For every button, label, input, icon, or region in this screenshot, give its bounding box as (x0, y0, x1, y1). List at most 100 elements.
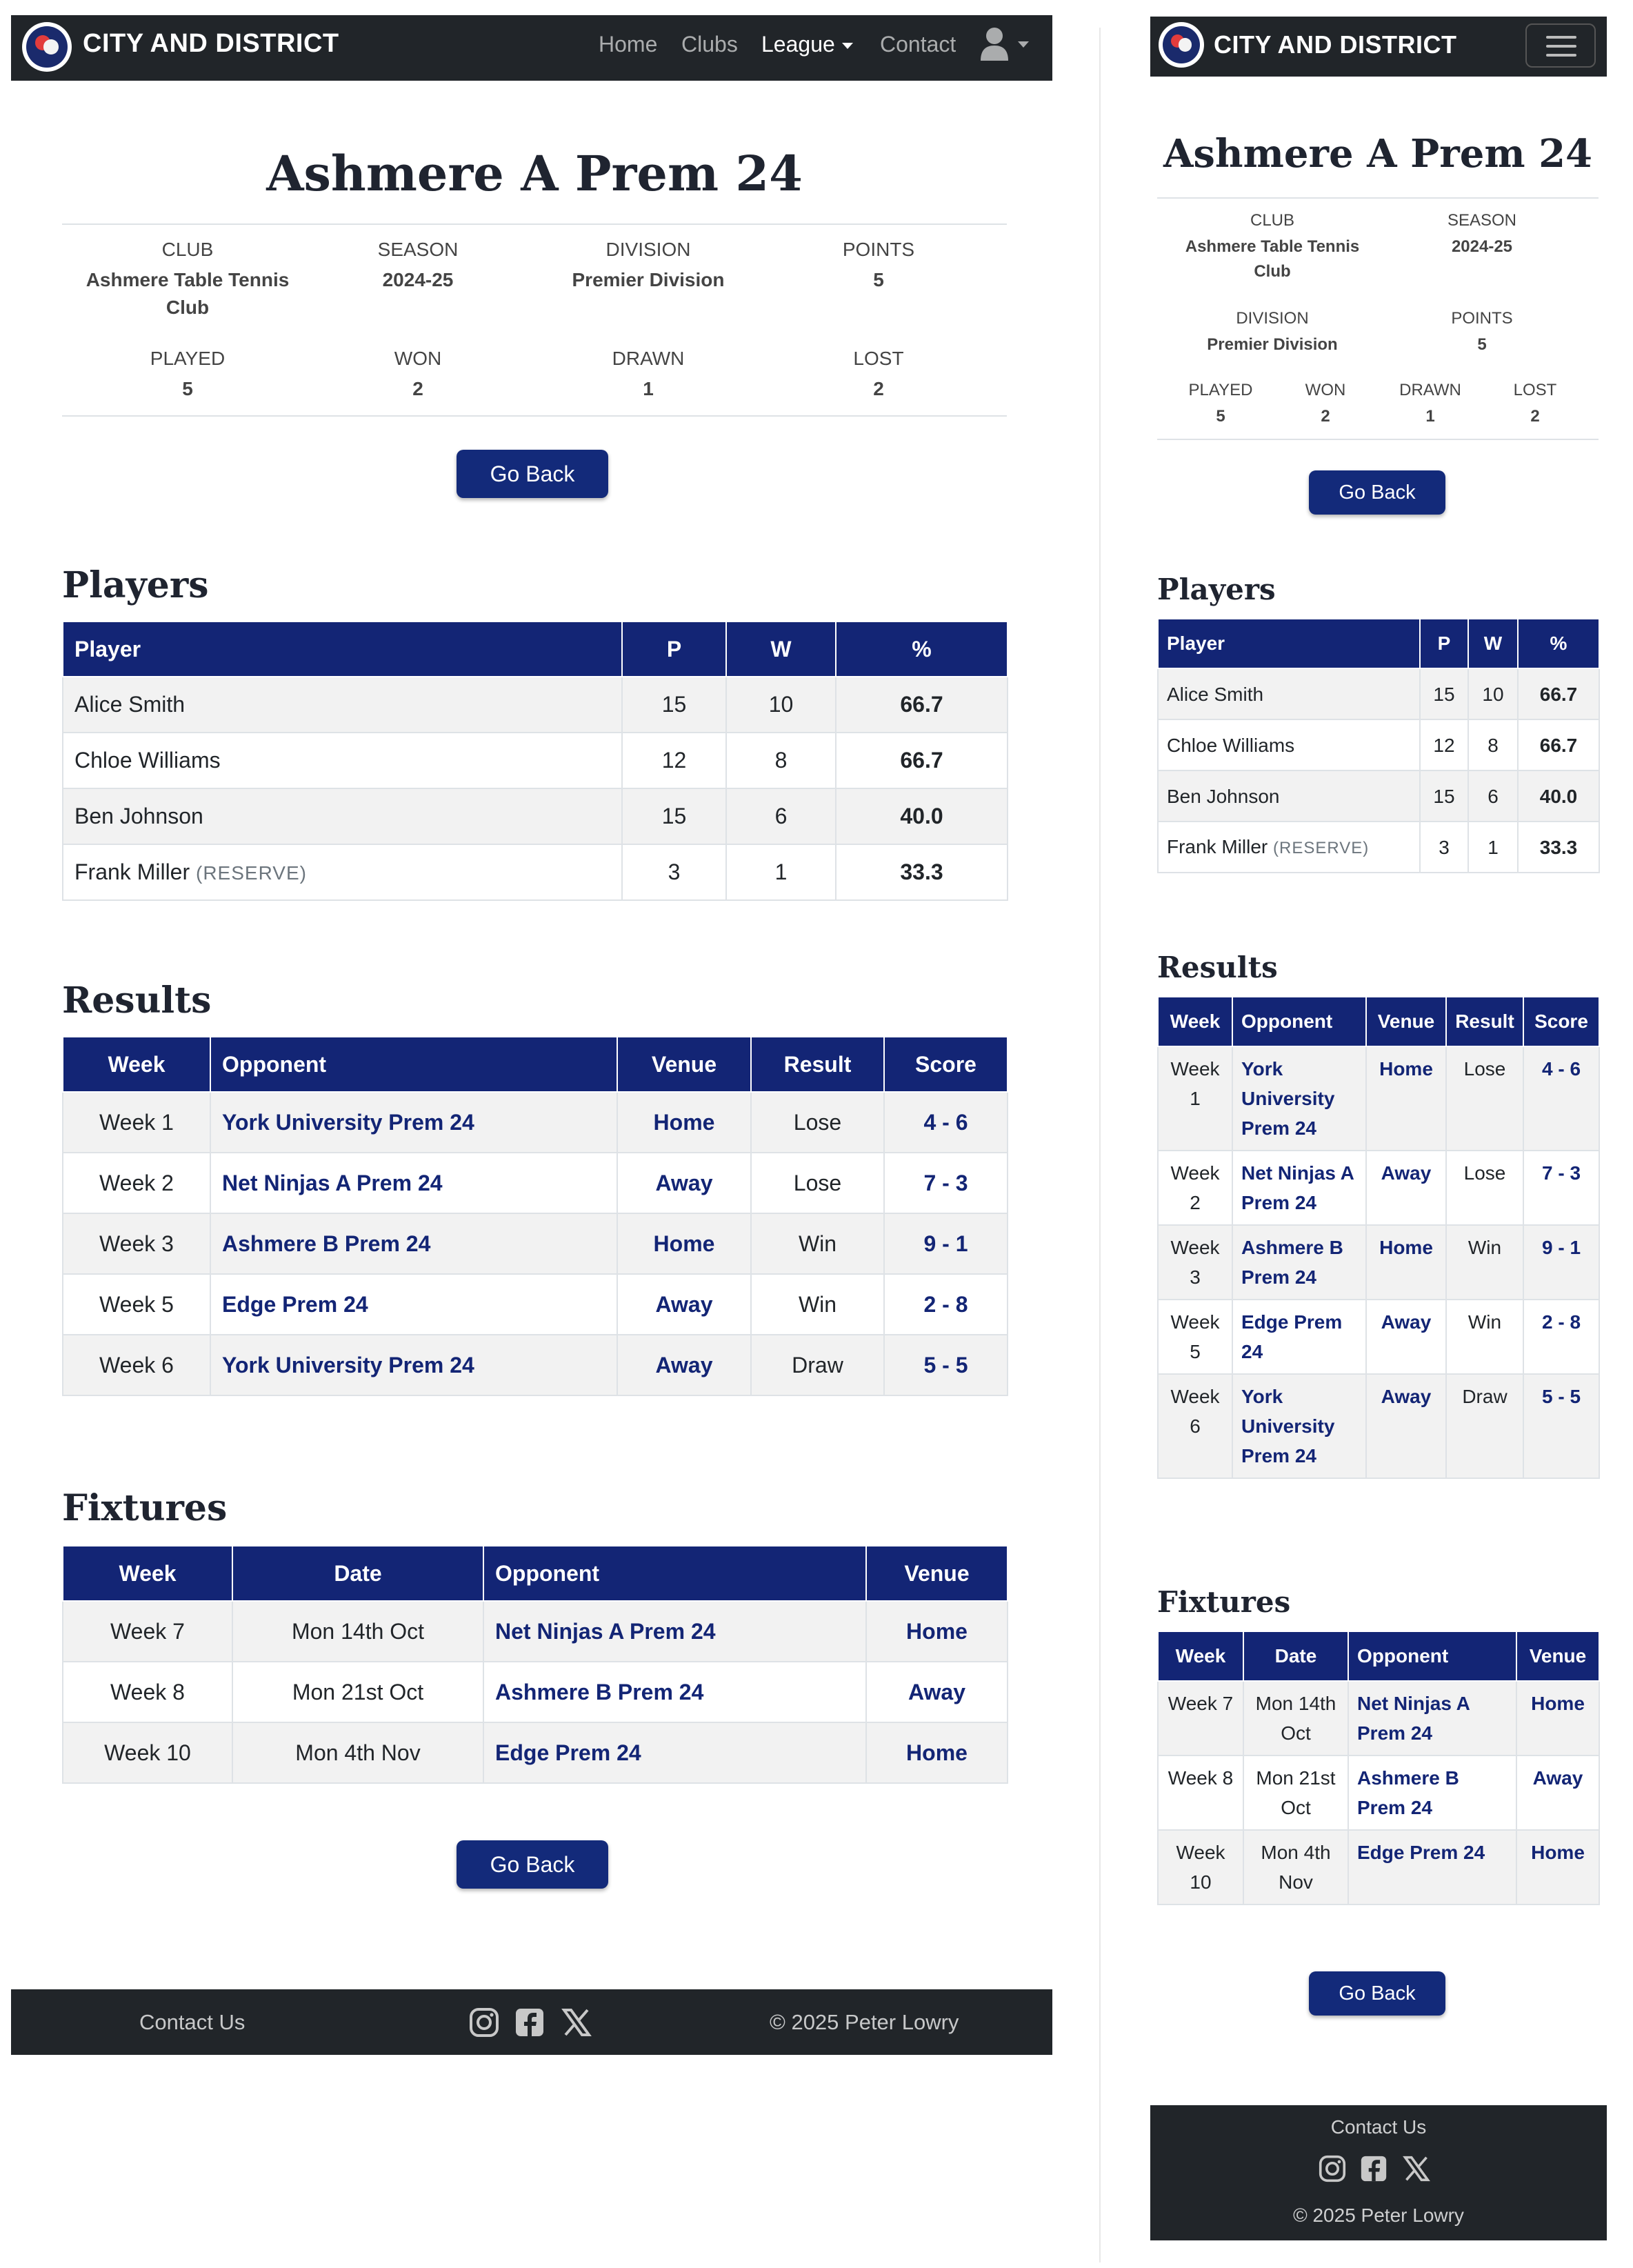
instagram-icon[interactable] (1319, 2155, 1346, 2182)
opponent-link[interactable]: Ashmere B Prem 24 (1232, 1224, 1367, 1300)
brand-name[interactable]: CITY AND DISTRICT (83, 29, 339, 59)
opponent-link[interactable]: York University Prem 24 (210, 1334, 618, 1396)
opponent-link[interactable]: Edge Prem 24 (1232, 1299, 1367, 1375)
venue-link[interactable]: Away (1365, 1299, 1447, 1375)
score-link[interactable]: 9 - 1 (1523, 1224, 1600, 1300)
opponent-link[interactable]: Net Ninjas A Prem 24 (210, 1152, 618, 1214)
venue-link[interactable]: Away (1365, 1373, 1447, 1479)
venue-link[interactable]: Home (865, 1722, 1008, 1784)
nav-contact[interactable]: Contact (880, 32, 956, 57)
col-header[interactable]: Player (1157, 618, 1421, 669)
col-header[interactable]: P (1419, 618, 1469, 669)
go-back-button[interactable]: Go Back (1309, 1971, 1445, 2016)
brand-logo[interactable] (1159, 22, 1204, 68)
score-link[interactable]: 7 - 3 (1523, 1150, 1600, 1226)
brand-logo[interactable] (22, 22, 72, 72)
col-header[interactable]: W (725, 621, 836, 677)
col-header[interactable]: Week (62, 1545, 233, 1602)
opponent-link[interactable]: Edge Prem 24 (1348, 1829, 1517, 1905)
venue-link[interactable]: Away (617, 1152, 752, 1214)
col-header[interactable]: Week (62, 1036, 211, 1093)
opponent-link[interactable]: York University Prem 24 (210, 1091, 618, 1153)
col-header[interactable]: Week (1157, 1631, 1244, 1682)
col-header[interactable]: Score (883, 1036, 1008, 1093)
x-icon[interactable] (1403, 2155, 1430, 2182)
opponent-link[interactable]: Edge Prem 24 (483, 1722, 867, 1784)
col-header[interactable]: Opponent (1348, 1631, 1517, 1682)
opponent-link[interactable]: Net Ninjas A Prem 24 (483, 1600, 867, 1662)
cell-pct: 33.3 (835, 844, 1008, 901)
footer-contact-link[interactable]: Contact Us (139, 2010, 245, 2035)
cell-w: 6 (1467, 770, 1519, 822)
col-header[interactable]: Result (1445, 996, 1524, 1047)
col-header[interactable]: Score (1523, 996, 1600, 1047)
reserve-tag: (RESERVE) (196, 862, 307, 884)
venue-link[interactable]: Home (1516, 1829, 1600, 1905)
venue-link[interactable]: Away (1516, 1755, 1600, 1831)
cell-result: Win (1445, 1224, 1524, 1300)
col-header[interactable]: Player (62, 621, 623, 677)
score-link[interactable]: 2 - 8 (883, 1273, 1008, 1335)
facebook-icon[interactable] (514, 2007, 545, 2038)
col-header[interactable]: Venue (865, 1545, 1008, 1602)
opponent-link[interactable]: Ashmere B Prem 24 (1348, 1755, 1517, 1831)
opponent-link[interactable]: York University Prem 24 (1232, 1046, 1367, 1151)
table-row: Alice Smith 15 10 66.7 (1157, 668, 1600, 720)
opponent-link[interactable]: York University Prem 24 (1232, 1373, 1367, 1479)
opponent-link[interactable]: Edge Prem 24 (210, 1273, 618, 1335)
col-header[interactable]: P (621, 621, 727, 677)
score-link[interactable]: 4 - 6 (1523, 1046, 1600, 1151)
venue-link[interactable]: Away (617, 1334, 752, 1396)
score-link[interactable]: 9 - 1 (883, 1213, 1008, 1275)
go-back-button[interactable]: Go Back (1309, 470, 1445, 515)
venue-link[interactable]: Home (1365, 1046, 1447, 1151)
venue-link[interactable]: Home (1516, 1680, 1600, 1756)
col-header[interactable]: Opponent (1232, 996, 1367, 1047)
score-link[interactable]: 5 - 5 (883, 1334, 1008, 1396)
score-link[interactable]: 7 - 3 (883, 1152, 1008, 1214)
col-header[interactable]: % (835, 621, 1008, 677)
col-header[interactable]: % (1517, 618, 1600, 669)
instagram-icon[interactable] (469, 2007, 499, 2038)
col-header[interactable]: Week (1157, 996, 1233, 1047)
opponent-link[interactable]: Net Ninjas A Prem 24 (1232, 1150, 1367, 1226)
table-row: Frank Miller (RESERVE) 3 1 33.3 (62, 844, 1008, 901)
x-icon[interactable] (561, 2007, 592, 2038)
score-link[interactable]: 2 - 8 (1523, 1299, 1600, 1375)
col-header[interactable]: Venue (1365, 996, 1447, 1047)
opponent-link[interactable]: Net Ninjas A Prem 24 (1348, 1680, 1517, 1756)
col-header[interactable]: Result (750, 1036, 885, 1093)
col-header[interactable]: Date (1243, 1631, 1349, 1682)
table-row: Week 1 York University Prem 24 Home Lose… (1157, 1046, 1600, 1151)
venue-link[interactable]: Home (617, 1213, 752, 1275)
col-header[interactable]: W (1467, 618, 1519, 669)
facebook-icon[interactable] (1360, 2155, 1387, 2182)
nav-league[interactable]: League (761, 32, 853, 57)
opponent-link[interactable]: Ashmere B Prem 24 (483, 1661, 867, 1723)
menu-toggle-button[interactable] (1525, 23, 1596, 68)
cell-pct: 66.7 (835, 676, 1008, 733)
nav-clubs[interactable]: Clubs (681, 32, 738, 57)
col-header[interactable]: Opponent (210, 1036, 618, 1093)
venue-link[interactable]: Away (1365, 1150, 1447, 1226)
col-header[interactable]: Venue (1516, 1631, 1600, 1682)
venue-link[interactable]: Home (1365, 1224, 1447, 1300)
col-header[interactable]: Venue (617, 1036, 752, 1093)
footer-contact-link[interactable]: Contact Us (1150, 2116, 1607, 2138)
brand-name[interactable]: CITY AND DISTRICT (1214, 30, 1457, 59)
col-header[interactable]: Date (232, 1545, 484, 1602)
score-link[interactable]: 4 - 6 (883, 1091, 1008, 1153)
nav-home[interactable]: Home (599, 32, 657, 57)
players-table: Player P W % Alice Smith 15 10 66.7 Chlo… (1157, 618, 1600, 873)
go-back-button[interactable]: Go Back (457, 450, 608, 498)
table-row: Week 3 Ashmere B Prem 24 Home Win 9 - 1 (62, 1213, 1008, 1275)
go-back-button[interactable]: Go Back (457, 1840, 608, 1889)
venue-link[interactable]: Away (617, 1273, 752, 1335)
opponent-link[interactable]: Ashmere B Prem 24 (210, 1213, 618, 1275)
venue-link[interactable]: Away (865, 1661, 1008, 1723)
score-link[interactable]: 5 - 5 (1523, 1373, 1600, 1479)
venue-link[interactable]: Home (617, 1091, 752, 1153)
venue-link[interactable]: Home (865, 1600, 1008, 1662)
user-menu[interactable] (979, 26, 1036, 65)
col-header[interactable]: Opponent (483, 1545, 867, 1602)
